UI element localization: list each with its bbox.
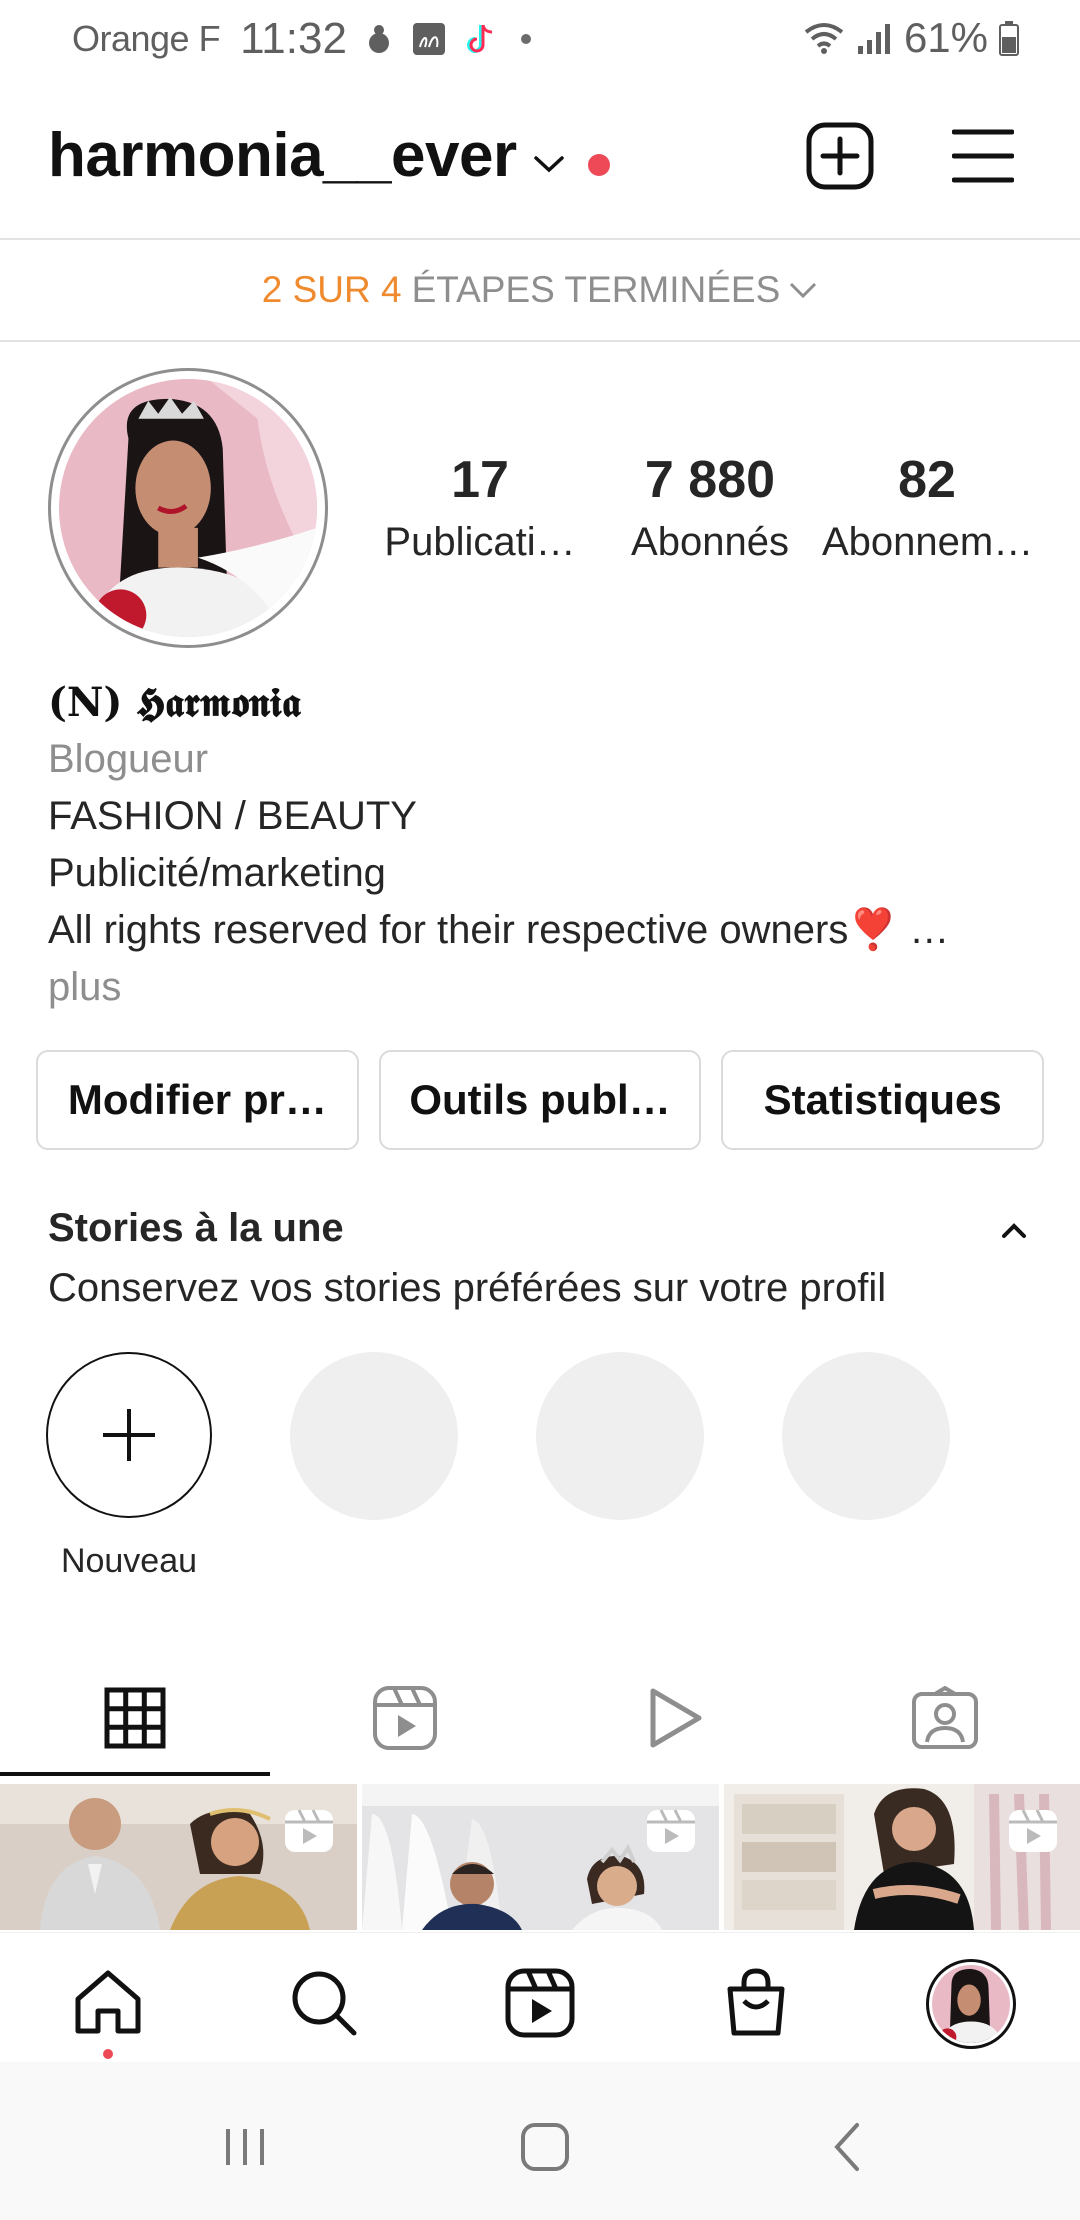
clock: 11:32	[240, 14, 347, 63]
setup-progress-label: ÉTAPES TERMINÉES	[411, 269, 781, 310]
post-thumbnail	[0, 1784, 357, 1930]
search-icon	[292, 1971, 357, 2036]
following-label: Abonnem…	[822, 520, 1034, 564]
recent-apps-button[interactable]	[210, 2112, 280, 2182]
display-name: (N) 𝕳𝖆𝖗𝖒𝖔𝖓𝖎𝖆	[48, 679, 301, 726]
grid-post[interactable]	[724, 1784, 1080, 1930]
highlight-placeholder	[536, 1352, 704, 1520]
new-highlight-button[interactable]	[46, 1352, 212, 1518]
divider	[0, 340, 1080, 342]
stat-posts[interactable]: 17 Publicati…	[380, 450, 580, 565]
tiktok-icon	[466, 24, 493, 53]
stat-following[interactable]: 82 Abonnem…	[822, 450, 1034, 565]
reel-badge-icon	[1009, 1809, 1057, 1852]
setup-progress-count: 2 SUR 4	[261, 269, 402, 310]
edit-profile-button[interactable]: Modifier pr…	[36, 1050, 359, 1150]
more-notifications-dot	[520, 34, 531, 44]
nav-profile-avatar[interactable]	[926, 1959, 1016, 2049]
profile-tabs	[0, 1660, 1080, 1776]
tab-reels[interactable]	[270, 1660, 540, 1776]
nav-search[interactable]	[284, 1963, 364, 2043]
home-icon	[75, 1970, 141, 2034]
reels-icon	[373, 1686, 437, 1750]
home-square-icon	[521, 2123, 569, 2171]
following-count: 82	[898, 451, 956, 509]
status-bar: Orange F 11:32 61%	[0, 0, 1080, 76]
profile-header: harmonia__ever	[0, 110, 1080, 210]
tab-grid[interactable]	[0, 1660, 270, 1776]
bio-line: Publicité/marketing	[48, 851, 386, 895]
tab-videos[interactable]	[540, 1660, 810, 1776]
grid-post[interactable]	[0, 1784, 357, 1930]
shop-icon	[727, 1968, 785, 2036]
reel-badge-icon	[647, 1809, 695, 1852]
battery-icon	[999, 21, 1019, 56]
bio-more-link[interactable]: plus	[48, 959, 1048, 1016]
back-button[interactable]	[812, 2112, 882, 2182]
highlight-placeholder	[782, 1352, 950, 1520]
bio-line: FASHION / BEAUTY	[48, 794, 417, 838]
insights-button[interactable]: Statistiques	[721, 1050, 1045, 1150]
battery-percent: 61%	[903, 14, 988, 61]
system-navigation-bar	[0, 2062, 1080, 2220]
tab-tagged[interactable]	[810, 1660, 1080, 1776]
profile-photo	[59, 379, 317, 637]
plus-icon	[103, 1409, 155, 1461]
chevron-down-icon	[790, 282, 817, 299]
notification-dot	[103, 2049, 113, 2059]
chevron-up-icon[interactable]	[996, 1212, 1032, 1248]
notification-app-icon	[412, 23, 445, 55]
ad-tools-button[interactable]: Outils publ…	[378, 1050, 702, 1150]
recent-apps-icon	[226, 2129, 264, 2165]
grid-icon	[104, 1687, 166, 1749]
post-thumbnail	[362, 1784, 719, 1930]
post-thumbnail	[724, 1784, 1080, 1930]
username-switcher[interactable]: harmonia__ever	[48, 120, 517, 191]
highlight-placeholder	[290, 1352, 458, 1520]
bottom-navigation	[0, 1932, 1080, 2062]
new-highlight-label: Nouveau	[60, 1542, 198, 1580]
chevron-down-icon[interactable]	[532, 152, 566, 176]
nav-home[interactable]	[68, 1963, 148, 2043]
reel-badge-icon	[285, 1809, 333, 1852]
followers-count: 7 880	[644, 451, 776, 509]
carrier-name: Orange F	[72, 18, 221, 59]
account-category: Blogueur	[48, 737, 209, 781]
grid-post[interactable]	[362, 1784, 719, 1930]
followers-label: Abonnés	[631, 520, 789, 564]
highlights-title: Stories à la une	[48, 1206, 344, 1250]
profile-photo	[932, 1965, 1010, 2043]
back-chevron-icon	[834, 2123, 859, 2171]
notification-app-icon	[368, 25, 389, 53]
nav-reels[interactable]	[500, 1963, 580, 2043]
create-post-button[interactable]	[806, 122, 874, 190]
profile-actions: Modifier pr… Outils publ… Statistiques	[36, 1050, 1045, 1150]
home-system-button[interactable]	[510, 2112, 580, 2182]
posts-count: 17	[451, 451, 509, 509]
nav-shop[interactable]	[716, 1963, 796, 2043]
active-tab-indicator	[0, 1772, 270, 1776]
profile-avatar[interactable]	[48, 368, 328, 648]
reels-icon	[505, 1968, 575, 2038]
post-grid	[0, 1784, 1080, 1930]
play-icon	[650, 1688, 702, 1748]
menu-button[interactable]	[952, 126, 1014, 186]
stat-followers[interactable]: 7 880 Abonnés	[610, 450, 810, 565]
wifi-icon	[804, 23, 844, 54]
profile-bio: (N) 𝕳𝖆𝖗𝖒𝖔𝖓𝖎𝖆 Blogueur FASHION / BEAUTY P…	[48, 674, 1048, 1016]
notification-dot	[588, 154, 610, 176]
posts-label: Publicati…	[384, 520, 576, 564]
bio-line: All rights reserved for their respective…	[48, 908, 950, 952]
highlights-subtitle: Conservez vos stories préférées sur votr…	[48, 1266, 887, 1310]
setup-progress-banner[interactable]: 2 SUR 4 ÉTAPES TERMINÉES	[0, 240, 1080, 340]
tagged-icon	[912, 1686, 978, 1749]
signal-icon	[857, 24, 890, 54]
